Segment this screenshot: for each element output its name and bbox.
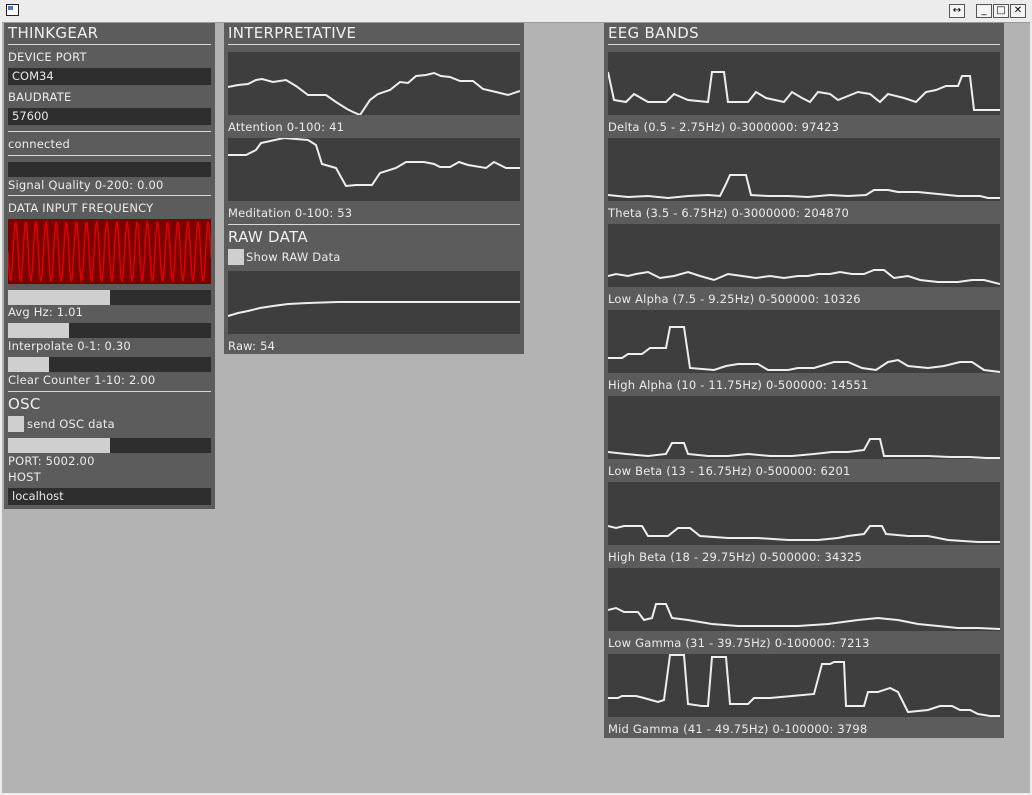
avg-hz-label: Avg Hz: 1.01: [8, 305, 84, 319]
meditation-label: Meditation 0-100: 53: [228, 206, 353, 220]
minimize-button[interactable]: _: [976, 4, 992, 18]
show-raw-checkbox[interactable]: [228, 249, 244, 265]
attention-label: Attention 0-100: 41: [228, 120, 345, 134]
baudrate-field[interactable]: 57600: [8, 108, 211, 125]
attention-plot: [228, 71, 520, 115]
mid-gamma-plot: [608, 654, 1000, 717]
divider: [8, 131, 211, 132]
thinkgear-panel: THINKGEAR DEVICE PORT COM34 BAUDRATE 576…: [4, 23, 215, 509]
interpolate-slider[interactable]: [8, 323, 211, 338]
divider: [8, 195, 211, 196]
signal-quality-slider[interactable]: [8, 162, 211, 177]
interpretative-panel: INTERPRETATIVE Attention 0-100: 41 Medit…: [224, 23, 524, 354]
raw-plot: [228, 301, 520, 317]
delta-line: [608, 71, 1000, 111]
data-input-frequency-graph: [8, 219, 211, 284]
theta-graph: [608, 138, 1000, 201]
theta-plot: [608, 174, 1000, 200]
eeg-bands-panel: EEG BANDS Delta (0.5 - 2.75Hz) 0-3000000…: [604, 23, 1004, 738]
device-port-field[interactable]: COM34: [8, 68, 211, 85]
theta-line: [608, 174, 1000, 200]
low-alpha-plot: [608, 269, 1000, 285]
slider-fill: [8, 290, 110, 305]
maximize-button[interactable]: □: [993, 4, 1009, 18]
connection-status: connected: [8, 137, 71, 151]
raw-value-label: Raw: 54: [228, 339, 276, 353]
high-beta-label: High Beta (18 - 29.75Hz) 0-500000: 34325: [608, 550, 863, 564]
frequency-line: [8, 219, 211, 284]
low-gamma-label: Low Gamma (31 - 39.75Hz) 0-100000: 7213: [608, 636, 870, 650]
raw-data-title: RAW DATA: [228, 228, 308, 246]
window-titlebar[interactable]: ↔ _ □ ✕: [0, 0, 1032, 23]
interpretative-title: INTERPRETATIVE: [228, 24, 357, 42]
show-raw-label: Show RAW Data: [246, 250, 341, 264]
raw-graph: [228, 271, 520, 334]
slider-fill: [8, 438, 110, 453]
slider-fill: [8, 323, 69, 338]
divider: [228, 224, 520, 225]
frequency-plot: [8, 219, 211, 284]
low-beta-graph: [608, 396, 1000, 459]
delta-label: Delta (0.5 - 2.75Hz) 0-3000000: 97423: [608, 120, 840, 134]
eeg-bands-title: EEG BANDS: [608, 24, 699, 42]
attention-graph: [228, 52, 520, 115]
low-beta-label: Low Beta (13 - 16.75Hz) 0-500000: 6201: [608, 464, 851, 478]
osc-port-slider[interactable]: [8, 438, 211, 453]
meditation-graph: [228, 138, 520, 201]
mid-gamma-graph: [608, 654, 1000, 717]
delta-plot: [608, 71, 1000, 111]
clear-counter-slider[interactable]: [8, 357, 211, 372]
app-icon: [6, 4, 19, 16]
high-alpha-plot: [608, 326, 1000, 373]
interpolate-label: Interpolate 0-1: 0.30: [8, 339, 131, 353]
high-beta-graph: [608, 482, 1000, 545]
send-osc-label: send OSC data: [27, 417, 115, 431]
delta-graph: [608, 52, 1000, 115]
osc-host-label: HOST: [8, 470, 41, 484]
divider: [8, 44, 211, 45]
divider: [8, 155, 211, 156]
osc-port-label: PORT: 5002.00: [8, 454, 95, 468]
low-beta-line: [608, 438, 1000, 459]
mid-gamma-line: [608, 654, 1000, 717]
signal-quality-label: Signal Quality 0-200: 0.00: [8, 178, 164, 192]
high-beta-line: [608, 525, 1000, 543]
divider: [228, 44, 520, 45]
data-input-frequency-label: DATA INPUT FREQUENCY: [8, 201, 154, 215]
low-beta-plot: [608, 438, 1000, 459]
low-gamma-graph: [608, 568, 1000, 631]
low-alpha-line: [608, 269, 1000, 285]
low-gamma-line: [608, 603, 1000, 630]
high-alpha-label: High Alpha (10 - 11.75Hz) 0-500000: 1455…: [608, 378, 869, 392]
high-alpha-graph: [608, 310, 1000, 373]
high-alpha-line: [608, 326, 1000, 373]
baudrate-label: BAUDRATE: [8, 90, 72, 104]
close-button[interactable]: ✕: [1010, 4, 1026, 18]
avg-hz-slider[interactable]: [8, 290, 211, 305]
high-beta-plot: [608, 525, 1000, 543]
send-osc-checkbox[interactable]: [8, 416, 24, 432]
slider-fill: [8, 357, 49, 372]
raw-line: [228, 301, 520, 317]
osc-host-field[interactable]: localhost: [8, 488, 211, 505]
device-port-label: DEVICE PORT: [8, 50, 87, 64]
divider: [608, 44, 1000, 45]
meditation-plot: [228, 138, 520, 188]
thinkgear-title: THINKGEAR: [8, 24, 99, 42]
low-alpha-label: Low Alpha (7.5 - 9.25Hz) 0-500000: 10326: [608, 292, 861, 306]
meditation-line: [228, 138, 520, 188]
theta-label: Theta (3.5 - 6.75Hz) 0-3000000: 204870: [608, 206, 849, 220]
osc-title: OSC: [8, 395, 41, 413]
low-gamma-plot: [608, 603, 1000, 630]
clear-counter-label: Clear Counter 1-10: 2.00: [8, 373, 156, 387]
mid-gamma-label: Mid Gamma (41 - 49.75Hz) 0-100000: 3798: [608, 722, 868, 736]
low-alpha-graph: [608, 224, 1000, 287]
attention-line: [228, 71, 520, 115]
divider: [8, 391, 211, 392]
resize-icon[interactable]: ↔: [949, 4, 965, 18]
